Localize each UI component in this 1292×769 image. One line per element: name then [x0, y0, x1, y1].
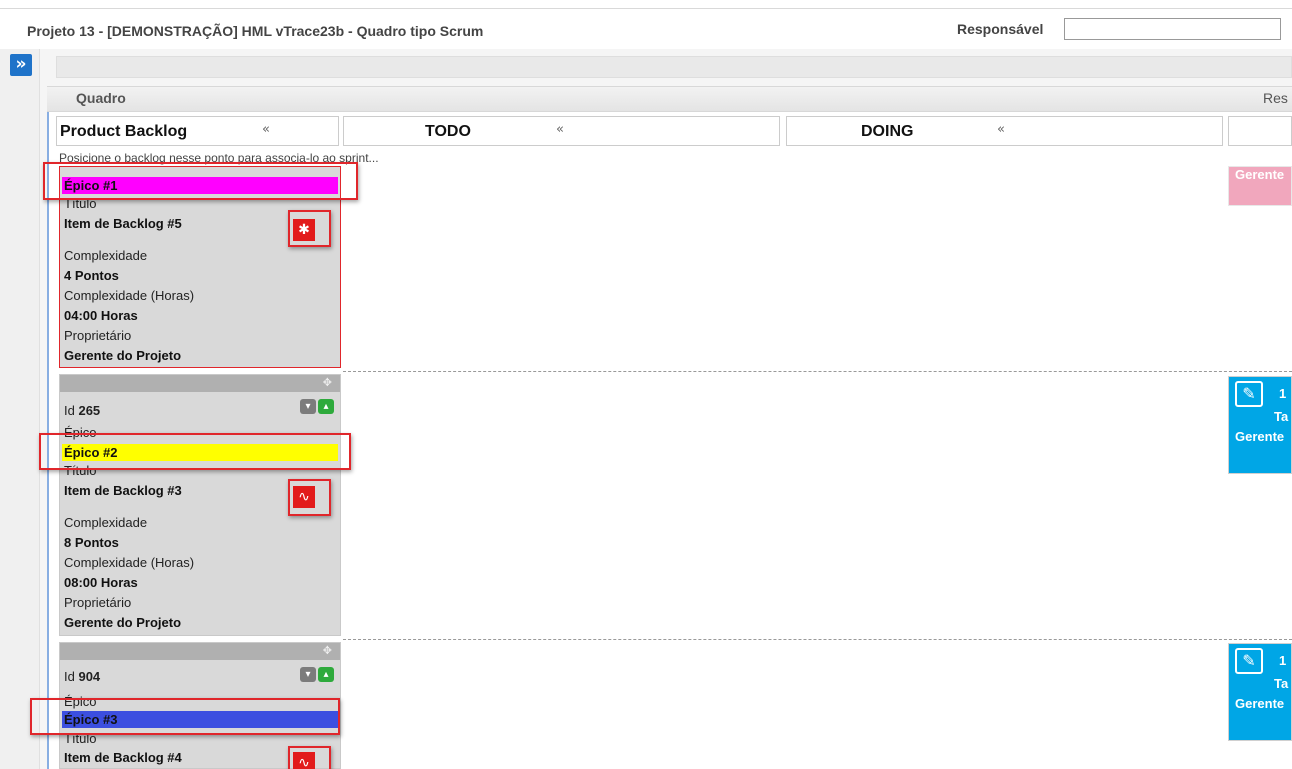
column-title: TODO [425, 123, 471, 140]
epic-band: Épico #3 [62, 711, 338, 728]
task-number: 1 [1279, 653, 1287, 668]
title-label: Título [64, 731, 97, 746]
task-card[interactable]: ✎ 1 Ta Gerente [1228, 643, 1292, 741]
hours-value: 04:00 Horas [64, 308, 138, 323]
task-card[interactable]: Gerente [1228, 166, 1292, 206]
hours-value: 08:00 Horas [64, 575, 138, 590]
task-owner: Gerente [1235, 429, 1285, 444]
id-row: Id 265 [64, 403, 100, 418]
move-icon[interactable]: ✥ [323, 376, 332, 389]
id-row: Id 904 [64, 669, 100, 684]
column-todo[interactable]: TODO « [343, 116, 780, 146]
column-next[interactable] [1228, 116, 1292, 146]
swimlane-divider [343, 371, 1292, 372]
card-drag-bar[interactable]: ✥ [60, 375, 340, 392]
section-right-label: Res [1263, 90, 1288, 106]
card-title: Item de Backlog #3 [64, 483, 182, 498]
double-chevron-right-icon[interactable]: » [10, 54, 32, 76]
backlog-card[interactable]: ✥ Id 265 ▾ ▴ Épico Épico #2 Título Item … [59, 374, 341, 636]
epic-label: Épico [64, 694, 97, 709]
task-number: 1 [1279, 386, 1287, 401]
card-title: Item de Backlog #4 [64, 750, 182, 765]
title-label: Título [64, 196, 97, 211]
complexity-label: Complexidade [64, 515, 148, 530]
backlog-card[interactable]: Épico #1 Título Item de Backlog #5 ✱ Com… [59, 166, 341, 368]
epic-band: Épico #2 [62, 444, 338, 461]
move-icon[interactable]: ✥ [323, 644, 332, 657]
task-owner: Gerente [1235, 696, 1285, 711]
id-label: Id [64, 403, 75, 418]
card-drag-bar[interactable]: ✥ [60, 643, 340, 660]
edit-icon[interactable]: ✎ [1235, 648, 1263, 674]
responsavel-label: Responsável [957, 21, 1044, 37]
pulse-icon[interactable]: ∿ [293, 752, 315, 769]
column-title: Product Backlog [60, 123, 188, 140]
owner-label: Proprietário [64, 328, 132, 343]
swimlane-divider [343, 639, 1292, 640]
vote-buttons: ▾ ▴ [300, 399, 339, 414]
left-rail [0, 49, 40, 769]
id-value: 265 [78, 403, 101, 418]
section-title: Quadro [76, 90, 126, 106]
section-bar [47, 86, 1292, 112]
epic-band: Épico #1 [62, 177, 338, 194]
page-title: Projeto 13 - [DEMONSTRAÇÃO] HML vTrace23… [27, 23, 484, 39]
thumbs-down-icon[interactable]: ▾ [300, 399, 316, 414]
vote-buttons: ▾ ▴ [300, 667, 339, 682]
epic-label: Épico [64, 425, 97, 440]
hours-label: Complexidade (Horas) [64, 288, 195, 303]
complexity-value: 4 Pontos [64, 268, 119, 283]
complexity-label: Complexidade [64, 248, 148, 263]
collapse-column-icon[interactable]: « [997, 122, 1005, 137]
thumbs-up-icon[interactable]: ▴ [318, 667, 334, 682]
column-doing[interactable]: DOING « [786, 116, 1223, 146]
thumbs-up-icon[interactable]: ▴ [318, 399, 334, 414]
complexity-value: 8 Pontos [64, 535, 119, 550]
task-title: Ta [1274, 409, 1289, 424]
pulse-icon[interactable]: ∿ [293, 486, 315, 508]
id-value: 904 [78, 669, 101, 684]
title-label: Título [64, 463, 97, 478]
hours-label: Complexidade (Horas) [64, 555, 195, 570]
thumbs-down-icon[interactable]: ▾ [300, 667, 316, 682]
task-title: Ta [1274, 676, 1289, 691]
page-header: Projeto 13 - [DEMONSTRAÇÃO] HML vTrace23… [0, 9, 1292, 49]
edit-icon[interactable]: ✎ [1235, 381, 1263, 407]
collapse-column-icon[interactable]: « [556, 122, 564, 137]
column-title: DOING [861, 123, 914, 140]
task-owner: Gerente [1235, 167, 1285, 182]
owner-label: Proprietário [64, 595, 132, 610]
owner-value: Gerente do Projeto [64, 348, 182, 363]
column-product-backlog[interactable]: Product Backlog « [56, 116, 339, 146]
task-card[interactable]: ✎ 1 Ta Gerente [1228, 376, 1292, 474]
backlog-card[interactable]: ✥ Id 904 ▾ ▴ Épico Épico #3 Título Item … [59, 642, 341, 769]
toolbar-strip [56, 56, 1292, 78]
backlog-drop-hint: Posicione o backlog nesse ponto para ass… [59, 151, 379, 165]
bug-icon[interactable]: ✱ [293, 219, 315, 241]
collapse-column-icon[interactable]: « [262, 122, 270, 137]
card-title: Item de Backlog #5 [64, 216, 182, 231]
responsavel-input[interactable] [1064, 18, 1281, 40]
id-label: Id [64, 669, 75, 684]
owner-value: Gerente do Projeto [64, 615, 182, 630]
